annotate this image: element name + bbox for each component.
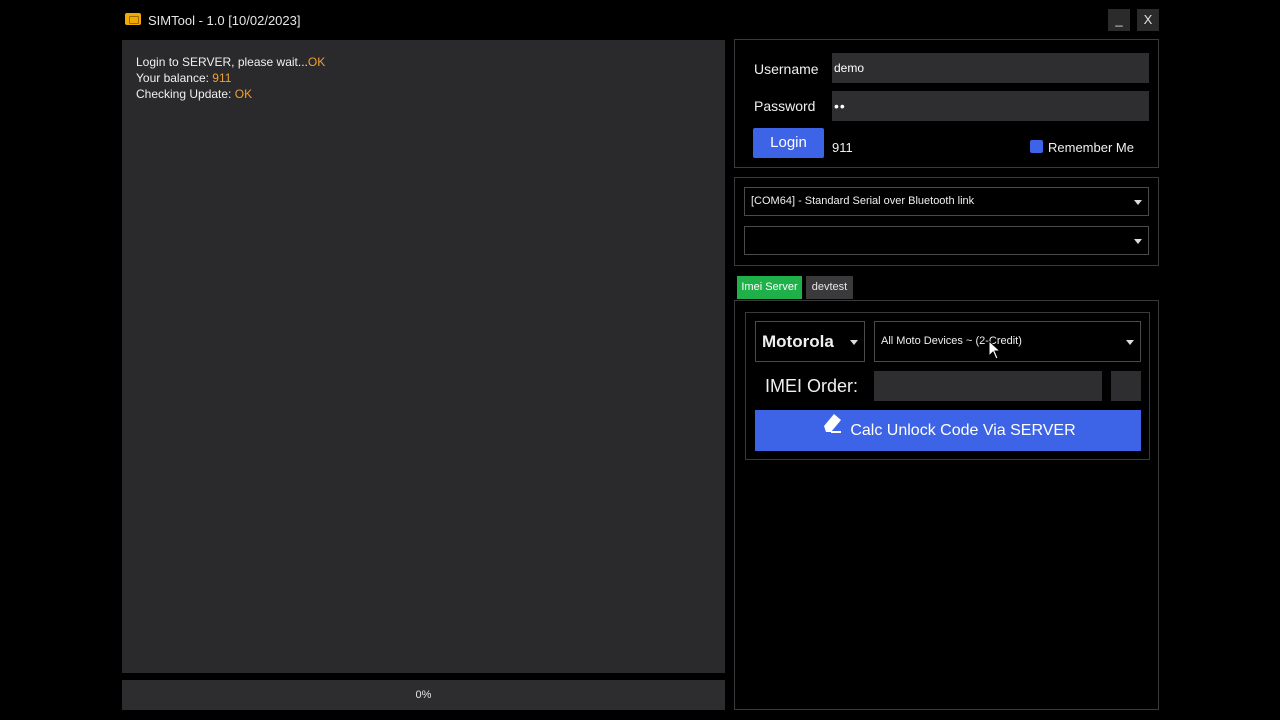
imei-server-panel: Motorola All Moto Devices ~ (2-Credit) I… — [734, 300, 1159, 710]
sim-card-icon — [125, 13, 141, 25]
remember-me-checkbox[interactable] — [1030, 140, 1043, 153]
mouse-pointer-icon — [988, 340, 1002, 360]
imei-order-label: IMEI Order: — [765, 376, 859, 396]
imei-order-input[interactable] — [874, 371, 1102, 401]
calc-unlock-code-button[interactable]: Calc Unlock Code Via SERVER — [755, 410, 1141, 451]
password-input[interactable]: •• — [832, 91, 1149, 121]
log-line: Checking Update: OK — [136, 86, 711, 102]
log-text: Login to SERVER, please wait... — [136, 55, 308, 69]
log-status: 911 — [212, 71, 232, 85]
imei-order-button[interactable] — [1111, 371, 1141, 401]
progress-bar: 0% — [122, 680, 725, 710]
log-status: OK — [307, 55, 326, 69]
port-selected-value: [COM64] - Standard Serial over Bluetooth… — [751, 195, 975, 207]
log-line: Login to SERVER, please wait...OK — [136, 54, 711, 70]
close-button[interactable]: X — [1137, 9, 1159, 31]
model-dropdown[interactable] — [744, 226, 1149, 255]
log-line: Your balance: 911 — [136, 70, 711, 86]
chevron-down-icon — [1126, 339, 1134, 345]
username-label: Username — [754, 61, 819, 77]
window-title: SIMTool - 1.0 [10/02/2023] — [148, 13, 301, 28]
brand-selected-value: Motorola — [762, 332, 834, 351]
chevron-down-icon — [1134, 199, 1142, 205]
password-label: Password — [754, 98, 816, 114]
service-dropdown[interactable]: All Moto Devices ~ (2-Credit) — [874, 321, 1141, 362]
login-button[interactable]: Login — [753, 128, 824, 158]
log-text: Your balance: — [136, 71, 213, 85]
tab-devtest[interactable]: devtest — [806, 276, 853, 299]
tab-imei-server[interactable]: Imei Server — [737, 276, 802, 299]
connection-panel: [COM64] - Standard Serial over Bluetooth… — [734, 177, 1159, 266]
title-bar: SIMTool - 1.0 [10/02/2023] _ X — [118, 6, 1164, 36]
progress-label: 0% — [415, 689, 432, 701]
login-panel: Username demo Password •• Login 911 Reme… — [734, 39, 1159, 168]
port-dropdown[interactable]: [COM64] - Standard Serial over Bluetooth… — [744, 187, 1149, 216]
brand-dropdown[interactable]: Motorola — [755, 321, 865, 362]
chevron-down-icon — [850, 339, 858, 345]
balance-value: 911 — [832, 140, 853, 155]
remember-me-label[interactable]: Remember Me — [1048, 140, 1134, 155]
minimize-button[interactable]: _ — [1108, 9, 1130, 31]
calc-button-label: Calc Unlock Code Via SERVER — [850, 422, 1076, 439]
eraser-icon — [820, 409, 844, 450]
username-input[interactable]: demo — [832, 53, 1149, 83]
chevron-down-icon — [1134, 238, 1142, 244]
log-panel: Login to SERVER, please wait...OK Your b… — [122, 40, 725, 673]
log-text: Checking Update: — [136, 87, 235, 101]
unlock-form: Motorola All Moto Devices ~ (2-Credit) I… — [745, 312, 1150, 460]
log-status: OK — [234, 87, 253, 101]
